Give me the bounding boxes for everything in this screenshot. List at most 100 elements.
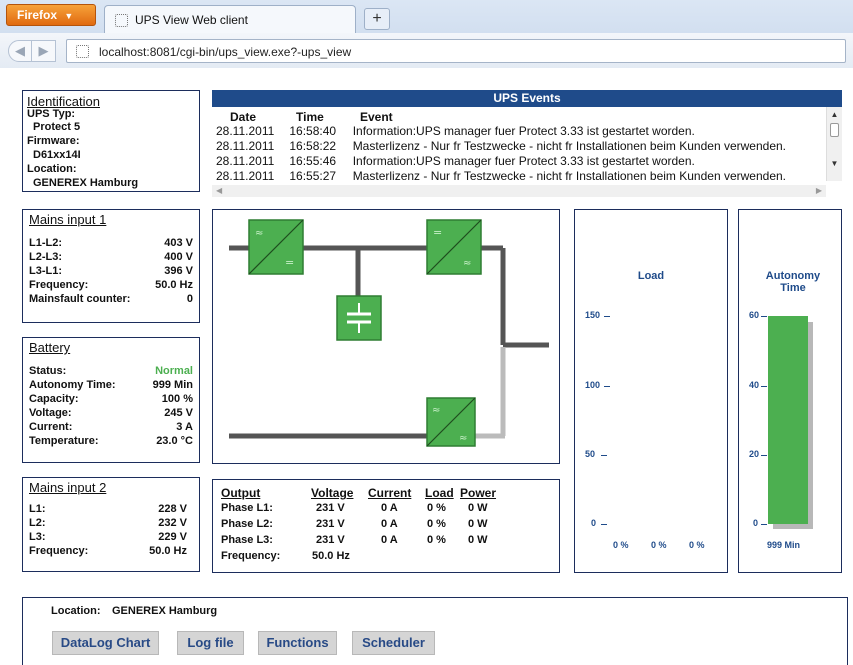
firmware-value: D61xx14I [33, 149, 81, 161]
identification-title: Identification [27, 94, 100, 109]
events-col-event: Event [360, 110, 393, 124]
battery-label: Temperature: [29, 435, 99, 447]
battery-title: Battery [29, 340, 71, 355]
load-value-label: 0 % [689, 540, 705, 550]
event-date: 28.11.2011 [216, 169, 275, 181]
ups-topology-diagram: ≈ = = ≈ ≈ ≈ [229, 219, 549, 447]
output-col-header: Output [221, 486, 261, 500]
output-cell: 0 A [381, 518, 398, 530]
load-tick-mark [601, 524, 607, 525]
battery-value: 999 Min [152, 379, 193, 391]
mains1-label: L3-L1: [29, 265, 62, 277]
url-bar[interactable]: localhost:8081/cgi-bin/ups_view.exe?-ups… [66, 39, 846, 63]
firefox-menu-button[interactable]: Firefox ▼ [6, 4, 96, 26]
event-date: 28.11.2011 [216, 154, 275, 168]
output-cell: 0 W [468, 534, 488, 546]
load-value-label: 0 % [651, 540, 667, 550]
rectifier-block: ≈ = [248, 219, 304, 275]
event-time: 16:58:22 [289, 139, 337, 153]
ups-type-value: Protect 5 [33, 121, 81, 133]
scroll-right-icon[interactable]: ▶ [816, 186, 822, 195]
event-text: Masterlizenz - Nur fr Testzwecke - nicht… [352, 139, 786, 153]
mains2-label: L2: [29, 517, 46, 529]
output-cell: 0 A [381, 502, 398, 514]
scroll-down-icon[interactable]: ▼ [827, 159, 842, 168]
events-col-time: Time [296, 110, 324, 124]
datalog-chart-button[interactable]: DataLog Chart [52, 631, 159, 655]
autonomy-bar [768, 316, 808, 524]
log-file-button[interactable]: Log file [177, 631, 244, 655]
autonomy-chart-panel: Autonomy Time 60 40 20 0 999 Min [738, 209, 842, 573]
scroll-left-icon[interactable]: ◀ [216, 186, 222, 195]
output-cell: 231 V [316, 534, 345, 546]
mains1-value: 396 V [164, 265, 193, 277]
page-icon [115, 14, 128, 27]
battery-value: 100 % [161, 393, 193, 405]
output-cell: 0 % [427, 534, 446, 546]
forward-button[interactable]: ▶ [32, 40, 56, 62]
load-tick-label: 150 [585, 310, 601, 320]
mains1-value: 50.0 Hz [155, 279, 193, 291]
events-horizontal-scrollbar[interactable]: ◀ ▶ [212, 185, 826, 197]
autonomy-tick-label: 40 [749, 380, 760, 390]
browser-tab[interactable]: UPS View Web client [104, 5, 356, 33]
mains1-label: Mainsfault counter: [29, 293, 131, 305]
battery-value: 245 V [164, 407, 193, 419]
load-tick-mark [601, 455, 607, 456]
autonomy-tick-label: 60 [749, 310, 760, 320]
load-chart-panel: Load 150 100 50 0 0 % 0 % 0 % [574, 209, 728, 573]
mains2-value: 50.0 Hz [149, 545, 187, 557]
functions-button[interactable]: Functions [258, 631, 337, 655]
autonomy-tick-mark [761, 386, 767, 387]
load-chart-title: Load [637, 270, 665, 282]
firefox-menu-label: Firefox [17, 8, 58, 22]
back-button[interactable]: ◀ [8, 40, 32, 62]
event-time: 16:55:46 [289, 154, 337, 168]
event-text: Masterlizenz - Nur fr Testzwecke - nicht… [352, 169, 786, 181]
output-panel: Output Voltage Current Load Power Phase … [212, 479, 560, 573]
inverter-block: = ≈ [426, 219, 482, 275]
load-tick-mark [604, 386, 610, 387]
event-row: 28.11.2011 16:55:46 Information:UPS mana… [216, 154, 695, 168]
autonomy-tick-label: 0 [753, 518, 759, 528]
bypass-block: ≈ ≈ [426, 397, 476, 447]
output-cell: Phase L1: [221, 502, 273, 514]
output-frequency-label: Frequency: [221, 550, 281, 562]
battery-label: Current: [29, 421, 73, 433]
output-cell: 0 W [468, 502, 488, 514]
output-frequency-value: 50.0 Hz [312, 550, 350, 562]
svg-text:=: = [433, 226, 442, 239]
identification-panel: Identification UPS Typ: Protect 5 Firmwa… [22, 90, 200, 192]
battery-label: Voltage: [29, 407, 72, 419]
autonomy-tick-label: 20 [749, 449, 760, 459]
battery-value: 23.0 °C [156, 435, 193, 447]
output-cell: 231 V [316, 502, 345, 514]
event-date: 28.11.2011 [216, 124, 275, 138]
scroll-up-icon[interactable]: ▲ [827, 110, 842, 119]
load-tick-label: 0 [591, 518, 597, 528]
battery-label: Status: [29, 365, 67, 377]
events-vertical-scrollbar[interactable]: ▲ ▼ [826, 107, 842, 181]
page-icon [76, 45, 89, 58]
scheduler-button[interactable]: Scheduler [352, 631, 435, 655]
arrow-left-icon: ◀ [15, 43, 25, 58]
autonomy-tick-mark [761, 524, 767, 525]
load-tick-mark [604, 316, 610, 317]
ups-type-label: UPS Typ: [27, 108, 76, 120]
footer-location-value: GENEREX Hamburg [112, 605, 218, 617]
mains1-label: Frequency: [29, 279, 89, 291]
output-col-header: Load [425, 486, 454, 500]
location-value: GENEREX Hamburg [33, 177, 139, 189]
autonomy-tick-mark [761, 316, 767, 317]
event-time: 16:58:40 [289, 124, 337, 138]
mains2-value: 229 V [158, 531, 187, 543]
new-tab-button[interactable]: + [364, 8, 390, 30]
ups-events-panel: UPS Events Date Time Event 28.11.2011 16… [212, 90, 842, 197]
battery-panel: Battery Status: Normal Autonomy Time: 99… [22, 337, 200, 463]
autonomy-tick-mark [761, 455, 767, 456]
event-text: Information:UPS manager fuer Protect 3.3… [352, 124, 695, 138]
output-cell: Phase L2: [221, 518, 273, 530]
scrollbar-thumb[interactable] [830, 123, 839, 137]
load-value-label: 0 % [613, 540, 629, 550]
event-row: 28.11.2011 16:58:22 Masterlizenz - Nur f… [216, 139, 786, 153]
